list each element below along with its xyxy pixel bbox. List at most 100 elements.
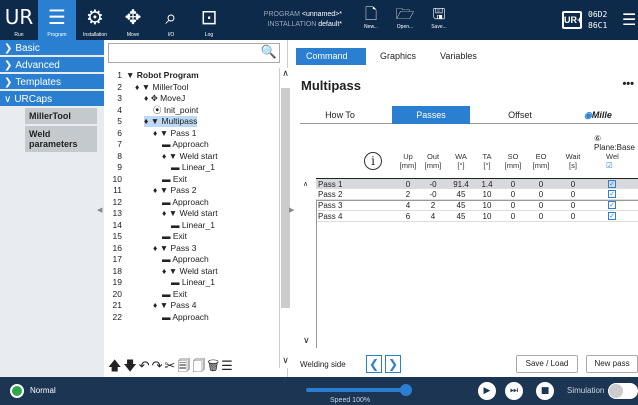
tab-how-to[interactable]: How To bbox=[300, 106, 380, 124]
tree-row[interactable]: 19 ▬ Linear_1 bbox=[108, 277, 276, 289]
tree-row-number: 9 bbox=[117, 162, 122, 172]
tree-row[interactable]: 13 ♦ ▼ Weld start bbox=[108, 208, 276, 220]
io-label: I/O bbox=[167, 32, 175, 38]
tree-row[interactable]: 6 ♦ ▼ Pass 1 bbox=[108, 128, 276, 140]
log-button[interactable]: ⊡ Log bbox=[190, 0, 228, 40]
tree-row-number: 18 bbox=[112, 265, 122, 276]
table-row[interactable]: Pass 1 0 -0 91.4 1.4 0 0 0 ✓ bbox=[316, 178, 638, 189]
tree-scrollbar[interactable]: ∧ ∨ bbox=[279, 68, 291, 368]
run-button[interactable]: UR Run bbox=[0, 0, 38, 40]
col-wait-label: Wait bbox=[565, 152, 581, 161]
subtabs: How To Passes Offset ◉Mille bbox=[300, 106, 638, 124]
welding-side-right-button[interactable]: ❯ bbox=[385, 355, 401, 373]
tree-row[interactable]: 10 ▬ Exit bbox=[108, 174, 276, 186]
col-eo: EO [mm] bbox=[528, 152, 554, 170]
tab-command[interactable]: Command bbox=[296, 48, 366, 65]
col-wa-unit: [°] bbox=[457, 161, 465, 170]
open-file-button[interactable]: 🗁 Open... bbox=[392, 4, 418, 36]
tree-row-label: ♦ ▼ Pass 3 bbox=[153, 242, 197, 253]
nav-advanced[interactable]: ❯ Advanced bbox=[0, 57, 104, 74]
tree-row[interactable]: 3 ♦ ✥ MoveJ bbox=[108, 93, 276, 105]
expand-panel-icon[interactable]: ▶ bbox=[289, 206, 294, 214]
passes-list-area bbox=[316, 200, 638, 348]
collapse-nav-icon[interactable]: ◀ bbox=[97, 206, 102, 214]
expand-row-icon[interactable]: ∧ bbox=[303, 180, 308, 188]
tree-row[interactable]: 17 ▬ Approach bbox=[108, 254, 276, 266]
tree-row[interactable]: 2 ♦ ▼ MillerTool bbox=[108, 82, 276, 94]
move-button[interactable]: ✥ Move bbox=[114, 0, 152, 40]
tab-graphics[interactable]: Graphics bbox=[370, 48, 426, 65]
speed-slider-knob[interactable] bbox=[400, 384, 412, 396]
info-icon[interactable]: i bbox=[364, 152, 382, 170]
select-all-checkbox[interactable]: ☑ bbox=[606, 161, 626, 170]
scroll-thumb[interactable] bbox=[281, 88, 290, 308]
bottom-bar: Normal Speed 100% ▶ ⏭ ■ Simulation bbox=[0, 377, 638, 405]
play-button[interactable]: ▶ bbox=[478, 382, 496, 400]
tree-row[interactable]: 22 ▬ Approach bbox=[108, 312, 276, 324]
log-icon: ⊡ bbox=[200, 5, 218, 29]
nav-templates[interactable]: ❯ Templates bbox=[0, 74, 104, 91]
scroll-up-icon[interactable]: ∧ bbox=[280, 68, 291, 80]
welding-side-left-button[interactable]: ❮ bbox=[366, 355, 382, 373]
tree-row[interactable]: 14 ▬ Linear_1 bbox=[108, 220, 276, 232]
new-file-button[interactable]: 🗋 New... bbox=[358, 4, 384, 36]
tree-row[interactable]: 4 ⦿ Init_point bbox=[108, 105, 276, 117]
cell-wa: 45 bbox=[456, 190, 466, 199]
nav-basic[interactable]: ❯ Basic bbox=[0, 40, 104, 57]
status-indicator-icon[interactable] bbox=[10, 384, 24, 398]
save-icon: 🖫 bbox=[432, 5, 446, 23]
open-file-label: Open... bbox=[396, 24, 414, 30]
step-button[interactable]: ⏭ bbox=[505, 382, 523, 400]
tab-passes[interactable]: Passes bbox=[392, 106, 470, 124]
program-info: PROGRAM <unnamed>* INSTALLATION default* bbox=[262, 10, 342, 30]
speed-slider-track[interactable] bbox=[306, 388, 406, 392]
tree-row-number: 3 bbox=[117, 93, 122, 103]
nav-millertool[interactable]: MillerTool bbox=[25, 108, 97, 124]
tree-row[interactable]: 18 ♦ ▼ Weld start bbox=[108, 266, 276, 278]
scroll-down-icon[interactable]: ∨ bbox=[303, 336, 310, 346]
tree-row[interactable]: 16 ♦ ▼ Pass 3 bbox=[108, 243, 276, 255]
nav-urcaps[interactable]: ∨ URCaps bbox=[0, 91, 104, 108]
tab-offset[interactable]: Offset bbox=[480, 106, 560, 124]
tree-row-label: ⦿ Init_point bbox=[153, 104, 199, 115]
tree-row[interactable]: 8 ♦ ▼ Weld start bbox=[108, 151, 276, 163]
tree-row[interactable]: 7 ▬ Approach bbox=[108, 139, 276, 151]
weld-checkbox[interactable]: ✓ bbox=[608, 190, 616, 198]
tree-row[interactable]: 20 ▬ Exit bbox=[108, 289, 276, 301]
tree-toolbar[interactable]: 🡅🡇↶↷✂🗐🗍🗑☰ bbox=[108, 358, 290, 376]
save-file-button[interactable]: 🖫 Save... bbox=[426, 4, 452, 36]
move-label: Move bbox=[126, 32, 140, 38]
tree-search-field[interactable]: 🔍 bbox=[108, 43, 280, 63]
program-label: Program bbox=[47, 32, 67, 38]
command-panel: Command Graphics Variables Multipass •••… bbox=[296, 40, 638, 377]
tree-row[interactable]: 21 ♦ ▼ Pass 4 bbox=[108, 300, 276, 312]
program-button[interactable]: ☰ Program bbox=[38, 0, 76, 40]
hamburger-menu-icon[interactable]: ☰ bbox=[622, 12, 636, 28]
col-ta-unit: [°] bbox=[483, 161, 491, 170]
more-options-icon[interactable]: ••• bbox=[622, 78, 634, 90]
save-load-button[interactable]: Save / Load bbox=[516, 355, 578, 373]
weld-checkbox[interactable]: ✓ bbox=[608, 180, 616, 188]
tree-row[interactable]: 5 ♦ ▼ Multipass bbox=[108, 116, 276, 128]
tree-row-number: 14 bbox=[112, 219, 122, 230]
tree-row-label: ▬ Approach bbox=[162, 139, 209, 149]
installation-button[interactable]: ⚙ Installation bbox=[76, 0, 114, 40]
chevron-right-icon: ❯ bbox=[4, 60, 13, 71]
io-button[interactable]: ⌕ I/O bbox=[152, 0, 190, 40]
tree-row[interactable]: 11 ♦ ▼ Pass 2 bbox=[108, 185, 276, 197]
stop-button[interactable]: ■ bbox=[536, 382, 554, 400]
simulation-toggle[interactable] bbox=[608, 383, 638, 399]
new-pass-button[interactable]: New pass bbox=[586, 355, 638, 373]
urplus-logo-icon[interactable]: UR+ bbox=[562, 11, 582, 29]
program-info-label: PROGRAM bbox=[263, 11, 300, 18]
tree-row[interactable]: 1 ▼ Robot Program bbox=[108, 70, 276, 82]
tree-row[interactable]: 15 ▬ Exit bbox=[108, 231, 276, 243]
tree-row-number: 6 bbox=[117, 127, 122, 138]
table-row[interactable]: Pass 2 2 -0 45 10 0 0 0 ✓ bbox=[316, 189, 638, 200]
tab-variables[interactable]: Variables bbox=[430, 48, 487, 65]
tree-row-number: 12 bbox=[112, 196, 122, 207]
nav-weld-parameters[interactable]: Weld parameters bbox=[25, 126, 97, 152]
col-wait-unit: [s] bbox=[569, 161, 577, 170]
tree-row[interactable]: 9 ▬ Linear_1 bbox=[108, 162, 276, 174]
tree-row[interactable]: 12 ▬ Approach bbox=[108, 197, 276, 209]
